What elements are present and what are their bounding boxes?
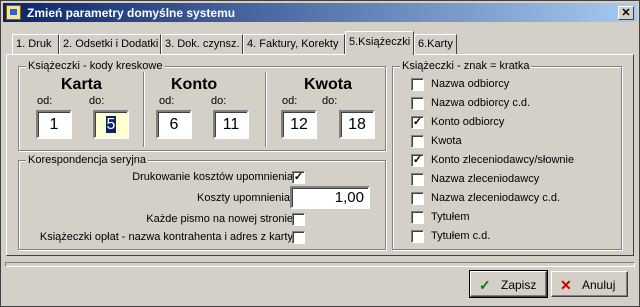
checkmark-icon: ✓ [412,154,423,166]
dialog-window: Zmień parametry domyślne systemu ✕ 1. Dr… [0,0,640,307]
sign-label-tytulem: Tytułem [431,211,470,223]
new-page-label: Każde pismo na nowej stronie [146,213,293,225]
sign-checkbox-nazwa-zleceniodawcy[interactable] [411,173,424,186]
divider-bar [5,262,635,267]
konto-from-label: od: [159,95,175,107]
sign-checkbox-konto-zleceniodawcy[interactable]: ✓ [411,154,424,167]
konto-to-input[interactable]: 11 [213,110,249,139]
sign-label-konto-zleceniodawcy: Konto zleceniodawcy/słownie [431,154,575,166]
sign-label-nazwa-odbiorcy: Nazwa odbiorcy [431,78,510,90]
kwota-to-label: do: [322,95,338,107]
karta-title: Karta [61,76,102,93]
save-button[interactable]: ✓ Zapisz [469,270,548,298]
sign-label-nazwa-zleceniodawcy-cd: Nazwa zleceniodawcy c.d. [431,192,561,204]
print-costs-checkbox[interactable]: ✓ [292,171,305,184]
checkmark-icon: ✓ [412,116,423,128]
sign-label-kwota: Kwota [431,135,462,147]
costs-input[interactable]: 1,00 [290,186,370,209]
konto-title: Konto [171,76,218,93]
tab-odsetki[interactable]: 2. Odsetki i Dodatki [59,34,161,54]
konto-from-input[interactable]: 6 [156,110,192,139]
checkmark-icon: ✓ [293,171,304,183]
karta-from-input[interactable]: 1 [36,110,72,139]
kwota-from-input[interactable]: 12 [281,110,317,139]
sign-group: Książeczki - znak = kratka Nazwa odbiorc… [392,60,622,250]
sign-label-konto-odbiorcy: Konto odbiorcy [431,116,505,128]
barcodes-group: Książeczki - kody kreskowe Karta od: do:… [18,60,386,151]
tab-druk[interactable]: 1. Druk [12,34,59,54]
checkmark-icon: ✓ [479,277,491,293]
tab-ksiazeczki[interactable]: 5.Książeczki [345,31,414,55]
title-bar: Zmień parametry domyślne systemu ✕ [3,3,637,22]
karta-from-label: od: [37,95,53,107]
sign-checkbox-tytulem[interactable] [411,211,424,224]
sign-label-nazwa-odbiorcy-cd: Nazwa odbiorcy c.d. [431,97,531,109]
tab-faktury[interactable]: 4. Faktury, Korekty [243,34,345,54]
barcodes-legend: Książeczki - kody kreskowe [26,60,165,72]
fees-checkbox[interactable] [292,231,305,244]
karta-to-label: do: [89,95,105,107]
sign-label-nazwa-zleceniodawcy: Nazwa zleceniodawcy [431,173,540,185]
separator [265,72,267,147]
sign-checkbox-nazwa-odbiorcy-cd[interactable] [411,97,424,110]
new-page-checkbox[interactable] [292,213,305,226]
correspondence-group: Korespondencja seryjna Drukowanie kosztó… [18,154,386,250]
konto-to-label: do: [211,95,227,107]
kwota-title: Kwota [304,76,352,93]
correspondence-legend: Korespondencja seryjna [26,154,149,166]
sign-legend: Książeczki - znak = kratka [400,60,532,72]
sign-checkbox-kwota[interactable] [411,135,424,148]
sign-label-tytulem-cd: Tytułem c.d. [431,230,491,242]
sign-checkbox-nazwa-zleceniodawcy-cd[interactable] [411,192,424,205]
cancel-button[interactable]: ✕ Anuluj [551,271,628,297]
tab-panel: Książeczki - kody kreskowe Karta od: do:… [6,54,634,256]
close-button[interactable]: ✕ [618,6,634,20]
cross-icon: ✕ [560,277,572,293]
costs-label: Koszty upomnienia: [197,192,293,204]
fees-label: Książeczki opłat - nazwa kontrahenta i a… [39,231,293,243]
sign-checkbox-nazwa-odbiorcy[interactable] [411,78,424,91]
kwota-to-input[interactable]: 18 [339,110,375,139]
kwota-from-label: od: [282,95,298,107]
karta-to-input[interactable]: 5 [93,110,129,139]
sign-checkbox-konto-odbiorcy[interactable]: ✓ [411,116,424,129]
tab-dok-czynsz[interactable]: 3. Dok. czynsz. [161,34,243,54]
tab-karty[interactable]: 6.Karty [414,34,457,54]
app-icon [6,5,21,20]
sign-checkbox-tytulem-cd[interactable] [411,230,424,243]
window-title: Zmień parametry domyślne systemu [27,6,236,20]
separator [143,72,145,147]
print-costs-label: Drukowanie kosztów upomnienia [132,171,293,183]
